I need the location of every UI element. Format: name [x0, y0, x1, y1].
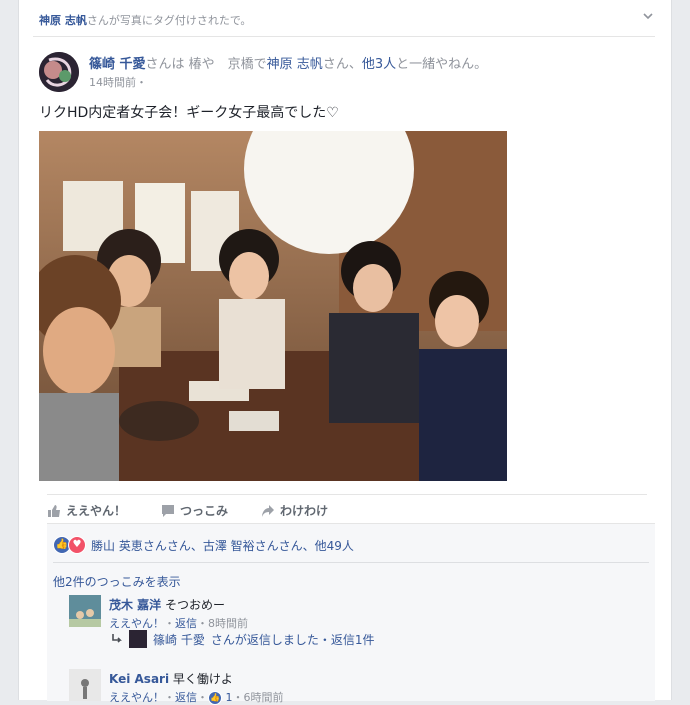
comment-like-button[interactable]: ええやん！ — [109, 691, 164, 704]
avatar[interactable] — [69, 669, 101, 701]
post-timestamp[interactable]: 14時間前・ — [89, 74, 147, 90]
header-divider — [33, 36, 655, 37]
share-button[interactable]: わけわけ — [261, 502, 328, 519]
reply-summary[interactable]: 篠崎 千愛 さんが返信しました・返信1件 — [111, 630, 374, 648]
thumbs-up-icon — [48, 504, 60, 517]
reply-summary-text: さんが返信しました・返信1件 — [210, 632, 375, 647]
comment-author-link[interactable]: 茂木 嘉洋 — [109, 598, 161, 612]
separator: ・ — [164, 617, 175, 630]
comment-reply-button[interactable]: 返信 — [175, 691, 197, 704]
post-action-bar: ええやん！ つっこみ わけわけ — [47, 494, 647, 523]
comments-section: 👍 ♥ 勝山 英恵さんさん、古澤 智裕さんさん、他49人 他2件のつっこみを表示 … — [47, 523, 655, 705]
like-reaction-icon: 👍 — [208, 691, 222, 705]
view-more-comments-link[interactable]: 他2件のつっこみを表示 — [53, 573, 181, 590]
comment-line: Kei Asari 早く働けよ — [109, 670, 233, 687]
avatar[interactable] — [39, 52, 79, 92]
header-text: さんが写真にタグ付けされたで。 — [86, 14, 252, 27]
comment-time[interactable]: 8時間前 — [208, 617, 248, 630]
love-reaction-icon: ♥ — [68, 536, 86, 554]
comment-like-button[interactable]: ええやん！ — [109, 617, 164, 630]
reactions-summary[interactable]: 👍 ♥ 勝山 英恵さんさん、古澤 智裕さんさん、他49人 — [53, 536, 354, 554]
feed-story-card: 神原 志帆さんが写真にタグ付けされたで。 篠崎 千愛さんは 椿や 京橋で神原 志… — [18, 0, 672, 705]
like-label: ええやん！ — [66, 504, 127, 518]
post-text: リクHD内定者女子会！ギーク女子最高でした♡ — [39, 105, 339, 121]
comment-label: つっこみ — [180, 504, 229, 518]
comment-text: そつおめー — [165, 598, 226, 612]
comment-reply-button[interactable]: 返信 — [175, 617, 197, 630]
reply-author: 篠崎 千愛 — [153, 632, 205, 647]
separator: ・ — [197, 617, 208, 630]
reactions-text[interactable]: 勝山 英恵さんさん、古澤 智裕さんさん、他49人 — [91, 537, 354, 554]
share-label: わけわけ — [280, 504, 329, 518]
comment-author-link[interactable]: Kei Asari — [109, 672, 169, 686]
comment-like-count[interactable]: 1 — [226, 691, 233, 704]
separator: ・ — [232, 691, 244, 704]
share-icon — [262, 504, 274, 517]
comment-text: 早く働けよ — [172, 672, 233, 686]
tagged-user-link[interactable]: 神原 志帆 — [267, 57, 323, 72]
story-header: 神原 志帆さんが写真にタグ付けされたで。 — [39, 12, 251, 28]
comment-icon — [162, 504, 174, 517]
tagger-link[interactable]: 神原 志帆 — [39, 14, 87, 27]
post-author-line: 篠崎 千愛さんは 椿や 京橋で神原 志帆さん、他3人と一緒やねん。 — [89, 53, 487, 72]
separator: ・ — [197, 691, 208, 704]
separator: ・ — [164, 691, 175, 704]
author-link[interactable]: 篠崎 千愛 — [89, 57, 146, 72]
reply-avatar — [129, 630, 147, 648]
author-tail-text: と一緒やねん。 — [396, 57, 488, 72]
like-button[interactable]: ええやん！ — [47, 502, 126, 519]
comment-button[interactable]: つっこみ — [161, 502, 228, 519]
comment-line: 茂木 嘉洋 そつおめー — [109, 596, 225, 613]
post-photo[interactable] — [39, 131, 507, 481]
reactions-divider — [53, 562, 649, 563]
comment-time[interactable]: 6時間前 — [244, 691, 284, 704]
author-mid-text: さんは 椿や 京橋で — [145, 57, 267, 72]
others-link[interactable]: 他3人 — [362, 57, 396, 72]
chevron-down-icon[interactable] — [641, 9, 655, 23]
comment-meta: ええやん！・返信・ 👍 1・6時間前 — [109, 689, 284, 705]
avatar[interactable] — [69, 595, 101, 627]
comment-meta: ええやん！・返信・8時間前 — [109, 615, 248, 631]
author-mid2-text: さん、 — [322, 57, 362, 72]
reply-arrow-icon — [112, 634, 122, 643]
